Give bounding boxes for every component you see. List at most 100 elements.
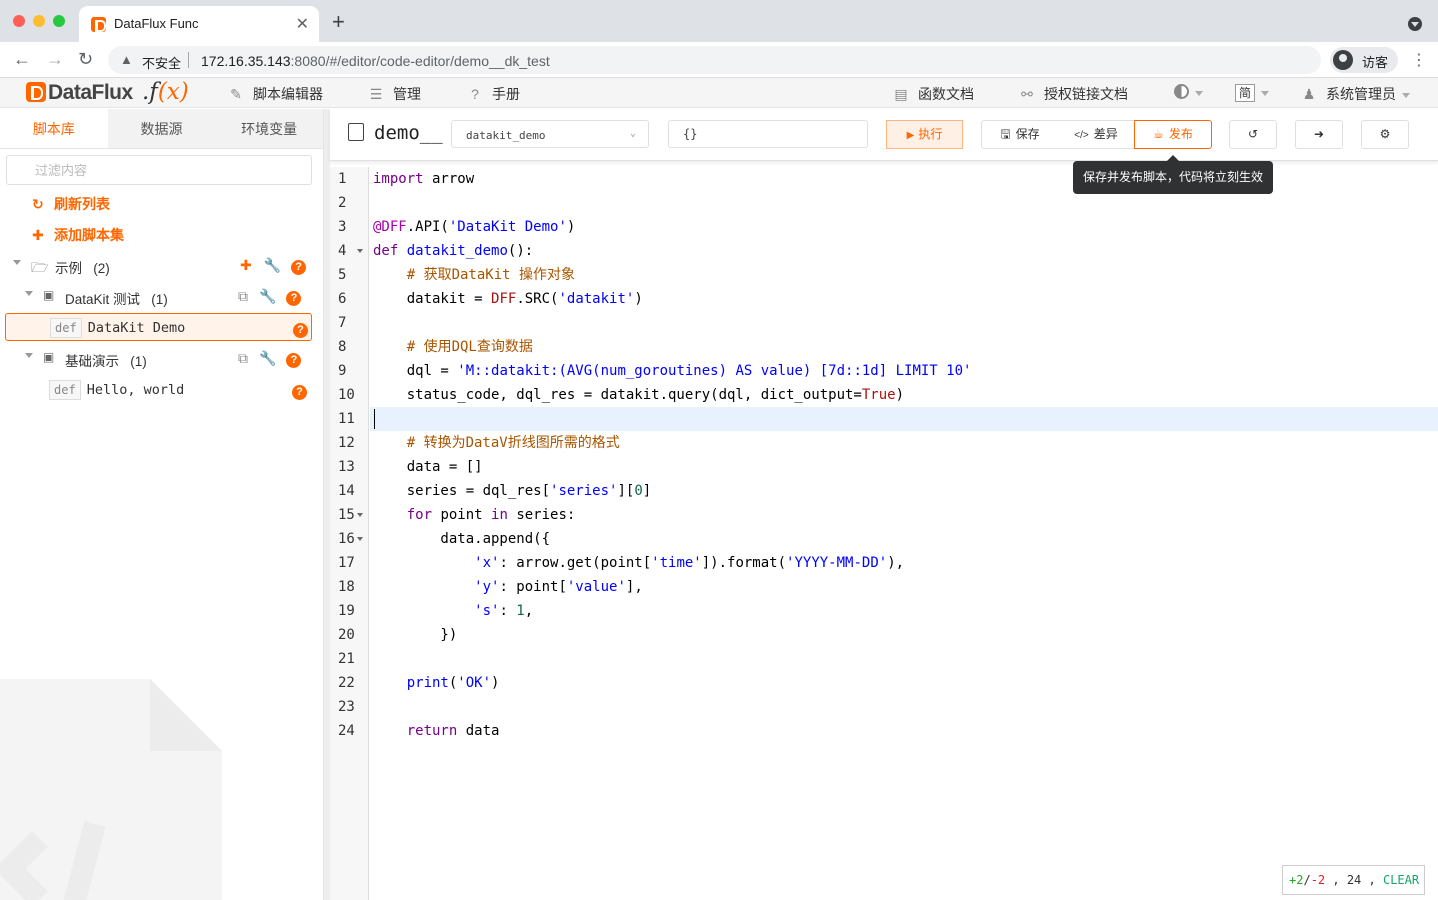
line-number: 22 bbox=[338, 675, 355, 691]
line-number: 10 bbox=[338, 387, 355, 403]
script-title: demo__ bbox=[348, 122, 443, 145]
wrench-icon[interactable]: 🔧 bbox=[259, 288, 276, 304]
profile-button[interactable]: 访客 bbox=[1330, 47, 1398, 73]
line-number: 24 bbox=[338, 723, 355, 739]
save-button[interactable]: 🖫 保存 bbox=[981, 120, 1059, 149]
code-line: for point in series: bbox=[373, 507, 576, 523]
tree-row-script-1[interactable]: ▣ DataKit 测试 (1) ⧉ 🔧? bbox=[0, 282, 323, 310]
close-tab-icon[interactable]: ✕ bbox=[296, 14, 309, 34]
browser-tab[interactable]: DataFlux Func ✕ bbox=[79, 6, 319, 42]
minimize-window-button[interactable] bbox=[33, 15, 45, 27]
help-icon[interactable]: ? bbox=[286, 291, 302, 306]
tab-data-sources[interactable]: 数据源 bbox=[108, 109, 216, 148]
add-script-set-button[interactable]: ✚ 添加脚本集 bbox=[32, 225, 124, 245]
gear-icon: ⚙ bbox=[1379, 127, 1391, 141]
tab-script-lib[interactable]: 脚本库 bbox=[0, 109, 108, 148]
nav-manual[interactable]: ? 手册 bbox=[467, 84, 520, 104]
help-icon[interactable]: ? bbox=[293, 323, 308, 338]
fold-caret-icon[interactable] bbox=[357, 249, 363, 253]
line-number: 2 bbox=[338, 195, 347, 211]
tab-title: DataFlux Func bbox=[114, 16, 199, 31]
editor-toolbar: demo__ datakit_demo ⌄ {} ▶ 执行 🖫 保存 </> 差异 ☕ 发… bbox=[330, 109, 1438, 161]
code-line: 'x': arrow.get(point['time']).format('YY… bbox=[373, 555, 905, 571]
nav-script-editor[interactable]: ✎ 脚本编辑器 bbox=[228, 84, 323, 104]
publish-icon: ☕ bbox=[1153, 127, 1164, 141]
add-icon[interactable]: ✚ bbox=[240, 257, 252, 273]
filter-input[interactable] bbox=[7, 156, 311, 184]
history-button[interactable]: ↺ bbox=[1229, 120, 1277, 149]
args-input[interactable]: {} bbox=[668, 120, 868, 148]
tree-row-func-selected[interactable]: def DataKit Demo ? bbox=[5, 313, 312, 341]
logo-mark-icon bbox=[26, 82, 46, 102]
help-icon[interactable]: ? bbox=[286, 353, 302, 368]
publish-button[interactable]: ☕ 发布 bbox=[1134, 120, 1212, 149]
refresh-icon: ↻ bbox=[32, 196, 44, 212]
diff-button[interactable]: </> 差异 bbox=[1058, 120, 1135, 149]
back-icon[interactable]: ← bbox=[13, 49, 31, 70]
row-actions: ⧉ 🔧? bbox=[238, 288, 302, 306]
close-window-button[interactable] bbox=[13, 15, 25, 27]
code-line: @DFF.API('DataKit Demo') bbox=[373, 219, 576, 235]
run-button[interactable]: ▶ 执行 bbox=[886, 120, 963, 149]
code-line: # 获取DataKit 操作对象 bbox=[373, 267, 576, 283]
tree-row-script-2[interactable]: ▣ 基础演示 (1) ⧉ 🔧? bbox=[0, 344, 323, 372]
script-label: DataKit 测试 (1) bbox=[65, 292, 168, 307]
language-select[interactable]: 简 bbox=[1235, 84, 1270, 102]
avatar-icon bbox=[1333, 50, 1353, 70]
settings-button[interactable]: ⚙ bbox=[1361, 120, 1409, 149]
reload-icon[interactable]: ↻ bbox=[78, 49, 93, 70]
help-icon[interactable]: ? bbox=[292, 385, 307, 400]
line-number: 23 bbox=[338, 699, 355, 715]
sidebar-tabs: 脚本库 数据源 环境变量 bbox=[0, 109, 323, 149]
line-number: 17 bbox=[338, 555, 355, 571]
tree-row-func[interactable]: def Hello, world ? bbox=[0, 376, 323, 404]
expand-caret-icon[interactable] bbox=[13, 260, 21, 265]
code-line: 's': 1, bbox=[373, 603, 534, 619]
browser-menu-icon[interactable]: ⋮ bbox=[1411, 50, 1427, 70]
tree-row-script-set[interactable]: 🗁 示例 (2) ✚ 🔧? bbox=[0, 251, 323, 279]
new-tab-icon[interactable]: + bbox=[332, 9, 345, 35]
copy-icon[interactable]: ⧉ bbox=[238, 350, 248, 366]
tab-search-icon[interactable] bbox=[1408, 17, 1422, 31]
nav-func-docs[interactable]: ▤ 函数文档 bbox=[893, 84, 974, 104]
help-icon[interactable]: ? bbox=[291, 260, 307, 275]
code-line: # 转换为DataV折线图所需的格式 bbox=[373, 435, 620, 451]
forward-icon[interactable]: → bbox=[46, 49, 64, 70]
code-line: }) bbox=[373, 627, 458, 643]
expand-caret-icon[interactable] bbox=[25, 291, 33, 296]
url-field[interactable]: ▲ 不安全 172.16.35.143:8080/#/editor/code-e… bbox=[108, 46, 1321, 74]
fold-caret-icon[interactable] bbox=[357, 537, 363, 541]
func-select[interactable]: datakit_demo ⌄ bbox=[451, 120, 649, 148]
maximize-window-button[interactable] bbox=[53, 15, 65, 27]
code-line: print('OK') bbox=[373, 675, 500, 691]
filter-field[interactable] bbox=[6, 155, 312, 185]
line-number: 1 bbox=[338, 171, 347, 187]
save-icon: 🖫 bbox=[1000, 127, 1011, 141]
code-editor[interactable]: 1 2 3 4 5 6 7 8 9 10 11 12 13 14 15 16 17 18 19 20 21 22 23 24 … bbox=[330, 167, 1438, 900]
script-set-label: 示例 (2) bbox=[55, 261, 110, 276]
wrench-icon[interactable]: 🔧 bbox=[264, 257, 281, 273]
user-menu[interactable]: ♟ 系统管理员 bbox=[1301, 84, 1410, 104]
line-number: 7 bbox=[338, 315, 347, 331]
row-actions: ? bbox=[292, 382, 307, 400]
nav-auth-link-docs[interactable]: ⚯ 授权链接文档 bbox=[1019, 84, 1128, 104]
expand-caret-icon[interactable] bbox=[25, 353, 33, 358]
fold-caret-icon[interactable] bbox=[357, 513, 363, 517]
code-line: series = dql_res['series'][0] bbox=[373, 483, 652, 499]
code-line: data = [] bbox=[373, 459, 483, 475]
nav-manage[interactable]: ☰ 管理 bbox=[368, 84, 421, 104]
script-file-icon: ▣ bbox=[43, 288, 55, 302]
chevron-down-icon: ⌄ bbox=[629, 128, 636, 139]
user-icon: ♟ bbox=[1302, 86, 1316, 102]
copy-icon[interactable]: ⧉ bbox=[238, 288, 248, 304]
tab-env-vars[interactable]: 环境变量 bbox=[215, 109, 323, 148]
theme-toggle[interactable] bbox=[1174, 84, 1203, 100]
clear-button[interactable]: CLEAR bbox=[1383, 873, 1419, 887]
publish-tooltip: 保存并发布脚本，代码将立刻生效 bbox=[1073, 155, 1273, 194]
wrench-icon[interactable]: 🔧 bbox=[259, 350, 276, 366]
line-number: 9 bbox=[338, 363, 347, 379]
line-number: 21 bbox=[338, 651, 355, 667]
refresh-list-button[interactable]: ↻ 刷新列表 bbox=[32, 194, 110, 214]
exit-button[interactable]: ➜ bbox=[1295, 120, 1343, 149]
list-icon: ☰ bbox=[369, 86, 383, 102]
